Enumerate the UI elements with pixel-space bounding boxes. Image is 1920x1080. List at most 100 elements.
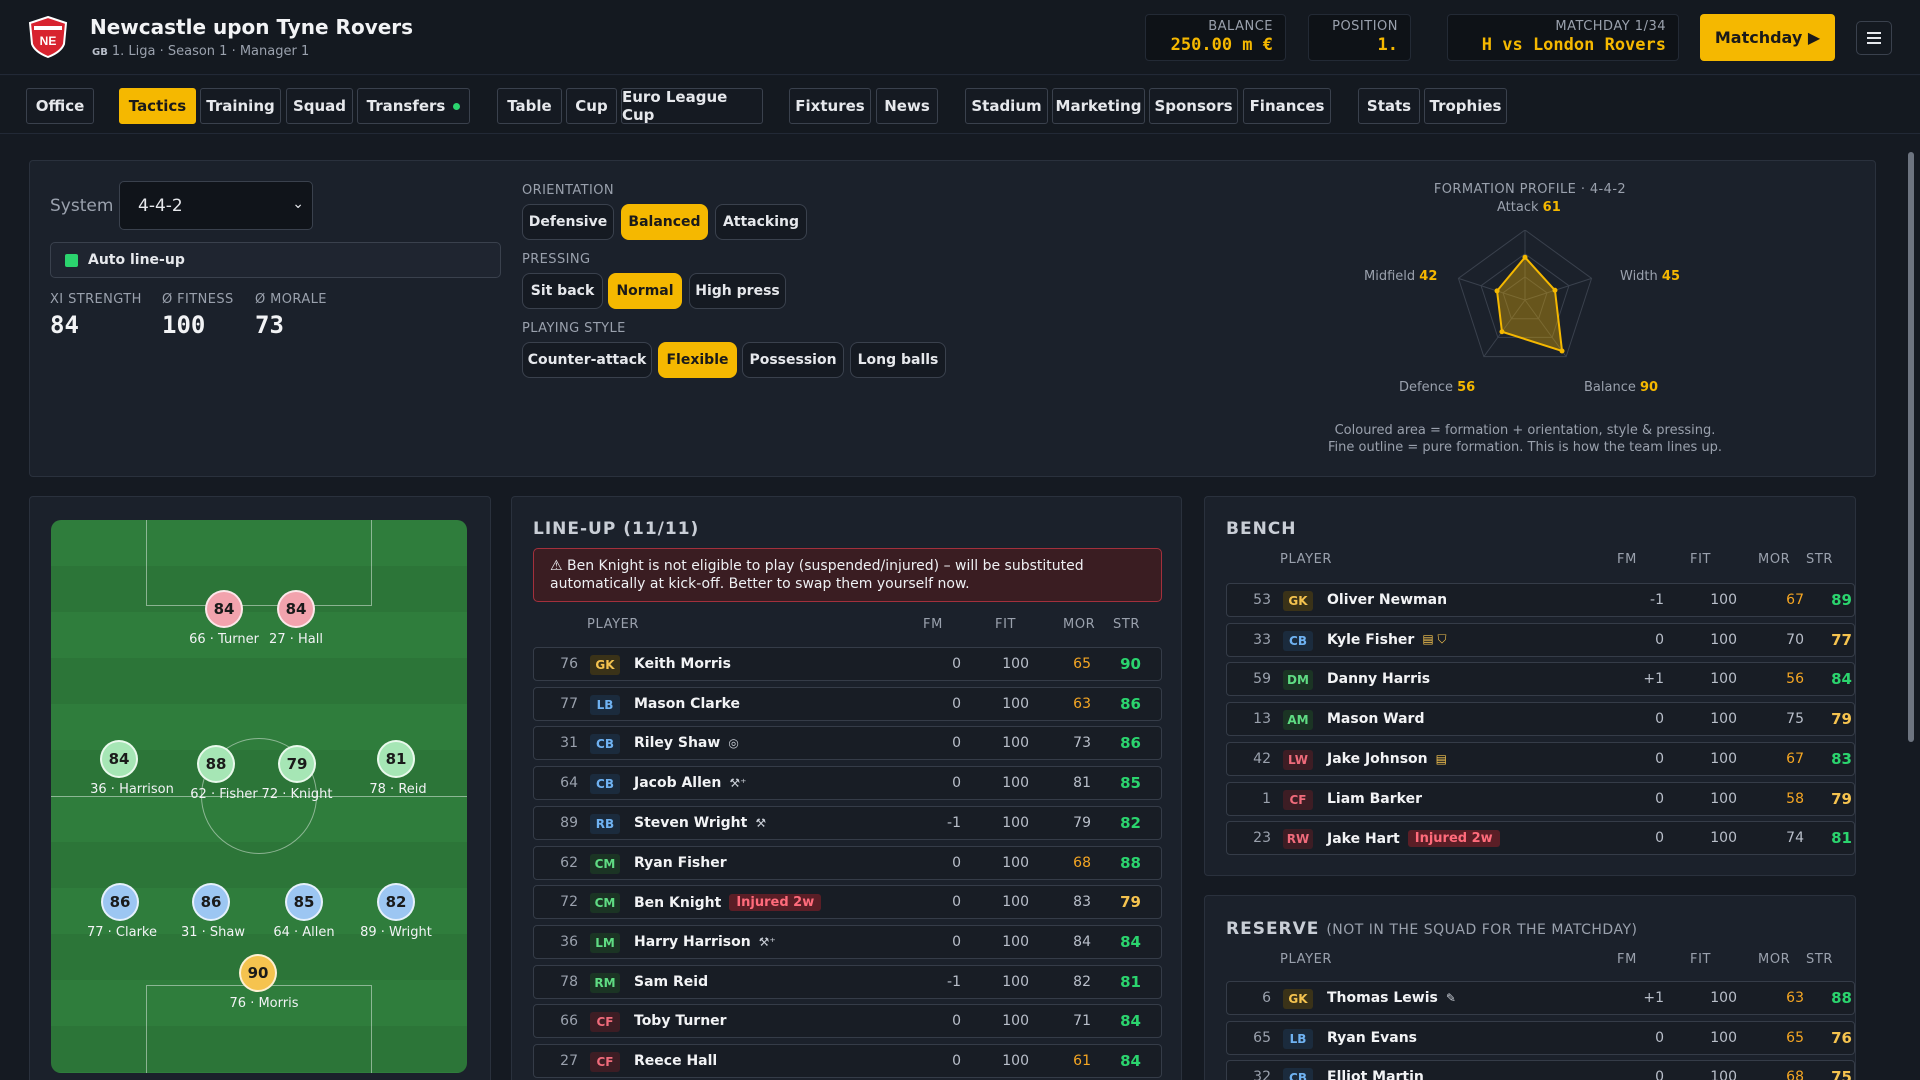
player-row[interactable]: 33 CB Kyle Fisher ▤ ⛉ 0 100 70 77: [1226, 622, 1855, 657]
balance-box: BALANCE 250.00 m €: [1145, 14, 1286, 61]
pitch-player-token[interactable]: 86: [192, 883, 230, 921]
player-row[interactable]: 1 CF Liam Barker 0 100 58 79: [1226, 781, 1855, 816]
position-badge: CB: [590, 734, 620, 755]
player-row[interactable]: 31 CB Riley Shaw ◎ 0 100 73 86: [533, 726, 1162, 761]
player-name: Ryan Fisher: [634, 854, 727, 871]
crest-text: NE: [40, 34, 57, 48]
player-row[interactable]: 42 LW Jake Johnson ▤ 0 100 67 83: [1226, 741, 1855, 776]
style-long-balls[interactable]: Long balls: [850, 342, 946, 378]
player-row[interactable]: 27 CF Reece Hall 0 100 61 84: [533, 1044, 1162, 1078]
tab-trophies[interactable]: Trophies: [1424, 88, 1507, 124]
player-row[interactable]: 32 CB Elliot Martin 0 100 68 75: [1226, 1060, 1855, 1080]
player-name-cell: Liam Barker: [1327, 791, 1422, 807]
radar-attack-value: 61: [1542, 200, 1561, 215]
pitch-player-label: 76 · Morris: [229, 996, 299, 1011]
style-flexible[interactable]: Flexible: [658, 342, 737, 378]
position-badge: RB: [590, 813, 620, 834]
menu-button[interactable]: [1856, 21, 1892, 55]
tab-euro-league-cup[interactable]: Euro League Cup: [621, 88, 763, 124]
chevron-down-icon: ⌄: [292, 196, 304, 212]
tab-stats[interactable]: Stats: [1358, 88, 1420, 124]
shirt-number: 36: [560, 933, 578, 950]
player-name: Ben Knight: [634, 894, 722, 911]
player-row[interactable]: 23 RW Jake Hart Injured 2w 0 100 74 81: [1226, 821, 1855, 856]
pitch-player-token[interactable]: 79: [278, 745, 316, 783]
checkbox-icon: [65, 253, 78, 267]
pitch-player-token[interactable]: 90: [239, 954, 277, 992]
tab-cup[interactable]: Cup: [566, 88, 617, 124]
pitch-player-token[interactable]: 81: [377, 740, 415, 778]
pitch-player-token[interactable]: 85: [285, 883, 323, 921]
strength-value: 90: [1120, 655, 1141, 673]
card-icon: ▤ ⛉: [1422, 632, 1447, 647]
tab-squad[interactable]: Squad: [286, 88, 353, 124]
player-name-cell: Jake Johnson ▤: [1327, 751, 1447, 767]
player-row[interactable]: 77 LB Mason Clarke 0 100 63 86: [533, 686, 1162, 721]
tab-fixtures[interactable]: Fixtures: [789, 88, 871, 124]
shirt-number: 27: [560, 1053, 578, 1069]
fitness-value: 100: [1002, 1053, 1029, 1069]
shirt-number: 78: [560, 973, 578, 990]
pitch-player-token[interactable]: 84: [205, 590, 243, 628]
player-name: Jake Johnson: [1327, 750, 1428, 767]
lineup-header-fm: FM: [923, 617, 943, 632]
player-row[interactable]: 59 DM Danny Harris +1 100 56 84: [1226, 662, 1855, 697]
orientation-defensive[interactable]: Defensive: [522, 204, 614, 240]
pressing-high-press[interactable]: High press: [689, 273, 786, 309]
system-select[interactable]: 4-4-2 ⌄: [119, 181, 313, 230]
tab-finances[interactable]: Finances: [1243, 88, 1331, 124]
tab-transfers[interactable]: Transfers: [357, 88, 470, 124]
player-name-cell: Harry Harrison ⚒⁺: [634, 934, 776, 950]
player-row[interactable]: 13 AM Mason Ward 0 100 75 79: [1226, 702, 1855, 737]
player-row[interactable]: 64 CB Jacob Allen ⚒⁺ 0 100 81 85: [533, 766, 1162, 801]
pressing-normal[interactable]: Normal: [608, 273, 682, 309]
player-row[interactable]: 66 CF Toby Turner 0 100 71 84: [533, 1004, 1162, 1039]
tab-stadium[interactable]: Stadium: [965, 88, 1048, 124]
form-value: 0: [952, 1013, 961, 1030]
player-name: Kyle Fisher: [1327, 631, 1415, 648]
player-row[interactable]: 53 GK Oliver Newman -1 100 67 89: [1226, 583, 1855, 617]
shirt-number: 13: [1253, 711, 1271, 728]
strength-value: 84: [1120, 1012, 1141, 1031]
pitch-player-token[interactable]: 86: [101, 883, 139, 921]
player-row[interactable]: 62 CM Ryan Fisher 0 100 68 88: [533, 845, 1162, 880]
club-subtitle-text: 1. Liga · Season 1 · Manager 1: [111, 44, 310, 59]
auto-lineup-toggle[interactable]: Auto line-up: [50, 242, 501, 278]
pitch-player-token[interactable]: 88: [197, 745, 235, 783]
pitch-player-token[interactable]: 84: [277, 590, 315, 628]
player-row[interactable]: 6 GK Thomas Lewis ✎ +1 100 63 88: [1226, 981, 1855, 1015]
player-row[interactable]: 36 LM Harry Harrison ⚒⁺ 0 100 84 84: [533, 924, 1162, 959]
player-name-cell: Ryan Fisher: [634, 855, 727, 871]
tab-office[interactable]: Office: [26, 88, 94, 124]
tab-training[interactable]: Training: [200, 88, 281, 124]
tab-marketing[interactable]: Marketing: [1052, 88, 1145, 124]
form-value: -1: [947, 814, 961, 831]
orientation-balanced[interactable]: Balanced: [621, 204, 708, 240]
style-counter-attack[interactable]: Counter-attack: [522, 342, 652, 378]
balance-label: BALANCE: [1208, 19, 1273, 34]
style-possession[interactable]: Possession: [742, 342, 844, 378]
morale-value: 68: [1786, 1069, 1804, 1080]
notification-dot-icon: [453, 102, 461, 110]
player-row[interactable]: 89 RB Steven Wright ⚒ -1 100 79 82: [533, 805, 1162, 840]
system-value: 4-4-2: [138, 195, 183, 216]
player-row[interactable]: 76 GK Keith Morris 0 100 65 90: [533, 647, 1162, 681]
status-icon: ⚒⁺: [729, 776, 747, 791]
player-name-cell: Oliver Newman: [1327, 592, 1447, 608]
tab-table[interactable]: Table: [497, 88, 562, 124]
player-row[interactable]: 72 CM Ben Knight Injured 2w 0 100 83 79: [533, 885, 1162, 920]
matchday-button[interactable]: Matchday ▶: [1700, 14, 1835, 61]
tab-news[interactable]: News: [876, 88, 938, 124]
tab-tactics[interactable]: Tactics: [119, 88, 196, 124]
position-badge: CB: [590, 774, 620, 795]
form-value: 0: [1655, 1069, 1664, 1080]
pressing-sit-back[interactable]: Sit back: [522, 273, 603, 309]
pitch-player-token[interactable]: 84: [100, 740, 138, 778]
pitch-player-token[interactable]: 82: [377, 883, 415, 921]
player-row[interactable]: 78 RM Sam Reid -1 100 82 81: [533, 964, 1162, 999]
player-row[interactable]: 65 LB Ryan Evans 0 100 65 76: [1226, 1020, 1855, 1055]
tab-sponsors[interactable]: Sponsors: [1149, 88, 1238, 124]
orientation-attacking[interactable]: Attacking: [715, 204, 807, 240]
radar-defence-value: 56: [1457, 380, 1476, 395]
scrollbar-thumb[interactable]: [1908, 152, 1914, 742]
